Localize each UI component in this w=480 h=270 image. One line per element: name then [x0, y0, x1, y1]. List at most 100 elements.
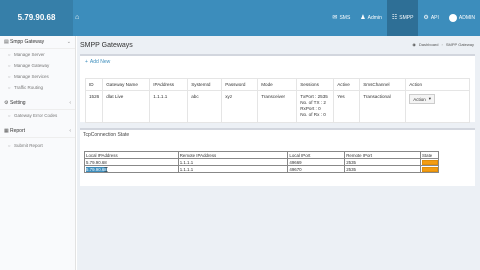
cell-remote-ip: 1.1.1.1 — [177, 165, 289, 173]
sidebar-item-manage-services[interactable]: ○ Manage Services — [0, 71, 75, 82]
user-name: ADMIN — [458, 15, 475, 21]
cell-local-port: 49670 — [287, 165, 346, 173]
nav-admin-label: Admin — [367, 15, 382, 21]
user-icon: ♟ — [360, 15, 366, 21]
cell-remote-ip: 1.1.1.1 — [177, 158, 289, 166]
action-dropdown-button[interactable]: Action ▾ — [409, 94, 436, 104]
col-active: Active — [333, 78, 361, 91]
page-title: SMPP Gateways — [80, 42, 133, 49]
col-systemid: SystemId — [187, 78, 223, 91]
cell-smschannel: Transactional — [359, 90, 407, 123]
table-header-row: Local IPAddress Remote IPAddress Local I… — [84, 151, 439, 159]
sidebar-item-label: Manage Gateway — [14, 63, 50, 68]
nav-smpp-label: SMPP — [399, 15, 414, 21]
gateways-table: ID Gateway Name IPAddress SystemId Passw… — [84, 78, 470, 123]
tcp-connection-title: TcpConnection State — [83, 132, 130, 138]
cell-action: Action ▾ — [405, 90, 470, 123]
sidebar-section-label: Report — [10, 128, 26, 134]
sidebar-item-manage-gateway[interactable]: ○ Manage Gateway — [0, 60, 75, 71]
add-new-label: Add New — [89, 59, 111, 65]
sidebar-section-label: Smpp Gateway — [10, 39, 45, 45]
brand-logo[interactable]: 5.79.90.68 — [0, 0, 73, 36]
chevron-left-icon: ‹ — [69, 100, 71, 106]
home-icon[interactable]: ⌂ — [75, 0, 85, 36]
table-header-row: ID Gateway Name IPAddress SystemId Passw… — [84, 78, 470, 91]
cell-state — [420, 158, 439, 166]
sidebar-item-gateway-error-codes[interactable]: ○ Gateway Error Codes — [0, 110, 75, 121]
cell-remote-port: 2535 — [344, 165, 421, 173]
breadcrumb: ◉ Dashboard › SMPP Gateway — [412, 42, 474, 47]
top-navbar: 5.79.90.68 ⌂ ✉ SMS ♟ Admin ☷ SMPP ⚙ API … — [0, 0, 480, 36]
connections-table: Local IPAddress Remote IPAddress Local I… — [84, 151, 439, 173]
cell-local-ip[interactable]: 5.79.90.68 — [84, 165, 179, 173]
sidebar-item-submit-report[interactable]: ○ Submit Report — [0, 140, 75, 151]
col-mode: Mode — [257, 78, 298, 91]
col-sessions: Sessions — [296, 78, 335, 91]
sidebar-item-manage-server[interactable]: ○ Manage Server — [0, 49, 75, 60]
text-cursor-icon: ⌶ — [104, 167, 109, 174]
chevron-left-icon: ‹ — [69, 128, 71, 134]
table-row: 5.79.90.68 1.1.1.1 49670 2535 — [84, 165, 439, 173]
nav-user-menu[interactable]: ADMIN — [444, 0, 480, 36]
caret-down-icon: ▾ — [428, 96, 432, 101]
col-smschannel: SmsChannel — [359, 78, 407, 91]
cell-id: 1526 — [84, 90, 104, 123]
sidebar-item-label: Manage Services — [14, 74, 49, 79]
col-password: Password — [221, 78, 259, 91]
col-ipaddress: IPAddress — [149, 78, 189, 91]
add-new-button[interactable]: + Add New — [85, 59, 110, 65]
cell-mode: Transceiver — [257, 90, 298, 123]
breadcrumb-dashboard[interactable]: Dashboard — [419, 42, 439, 47]
avatar — [448, 14, 457, 22]
sidebar-item-label: Manage Server — [14, 52, 45, 57]
main-content: SMPP Gateways ◉ Dashboard › SMPP Gateway… — [77, 36, 480, 270]
session-rx-count: No. of Rx : 0 — [300, 112, 326, 117]
nav-sms[interactable]: ✉ SMS — [327, 0, 355, 36]
nav-sms-label: SMS — [339, 15, 351, 21]
col-id: ID — [84, 78, 104, 91]
state-indicator — [422, 166, 438, 172]
table-row: 1526 dlat Live 1.1.1.1 abc xyz Transceiv… — [84, 90, 470, 123]
cell-active: Yes — [333, 90, 361, 123]
breadcrumb-separator: › — [441, 42, 443, 47]
chevron-down-icon: ⌄ — [66, 39, 71, 45]
sidebar-section-smpp-gateway[interactable]: ▤ Smpp Gateway ⌄ — [0, 36, 75, 49]
col-local-port: Local IPort — [287, 151, 346, 159]
sidebar-section-label: Setting — [10, 100, 26, 106]
breadcrumb-current: SMPP Gateway — [445, 42, 474, 47]
tcp-connection-panel: TcpConnection State Local IPAddress Remo… — [80, 128, 475, 186]
col-state: State — [420, 151, 439, 159]
col-remote-port: Remote IPort — [344, 151, 421, 159]
col-remote-ip: Remote IPAddress — [177, 151, 289, 159]
gateways-panel: + Add New ID Gateway Name IPAddress Syste… — [80, 54, 475, 123]
cell-state — [420, 165, 439, 173]
cell-sessions: TxPort : 2535 No. of TX : 2 RxPort : 0 N… — [296, 90, 335, 123]
cell-ipaddress: 1.1.1.1 — [149, 90, 189, 123]
cell-password: xyz — [221, 90, 259, 123]
state-indicator — [422, 159, 438, 165]
nav-admin[interactable]: ♟ Admin — [355, 0, 387, 36]
sms-icon: ✉ — [332, 15, 338, 21]
nav-smpp[interactable]: ☷ SMPP — [386, 0, 419, 36]
cell-systemid: abc — [187, 90, 223, 123]
api-icon: ⚙ — [423, 15, 429, 21]
sidebar-item-label: Gateway Error Codes — [14, 113, 58, 118]
plus-icon: + — [85, 59, 88, 65]
cell-remote-port: 2535 — [344, 158, 421, 166]
nav-api-label: API — [430, 15, 439, 21]
sidebar-item-traffic-routing[interactable]: ○ Traffic Routing — [0, 82, 75, 93]
action-label: Action — [413, 96, 426, 102]
app-root: 5.79.90.68 ⌂ ✉ SMS ♟ Admin ☷ SMPP ⚙ API … — [0, 0, 480, 270]
grid-icon: ☷ — [391, 15, 398, 21]
sidebar-item-label: Traffic Routing — [14, 85, 44, 90]
cell-local-ip: 5.79.90.68 — [84, 158, 179, 166]
table-row: 5.79.90.68 1.1.1.1 49669 2535 — [84, 158, 439, 166]
sidebar-section-setting[interactable]: ⚙ Setting ‹ — [0, 97, 75, 110]
col-action: Action — [405, 78, 470, 91]
sidebar-item-label: Submit Report — [14, 143, 43, 148]
sidebar: ▤ Smpp Gateway ⌄ ○ Manage Server ○ Manag… — [0, 36, 76, 270]
cell-local-port: 49669 — [287, 158, 346, 166]
nav-api[interactable]: ⚙ API — [418, 0, 443, 36]
col-local-ip: Local IPAddress — [84, 151, 179, 159]
sidebar-section-report[interactable]: ▦ Report ‹ — [0, 125, 75, 138]
